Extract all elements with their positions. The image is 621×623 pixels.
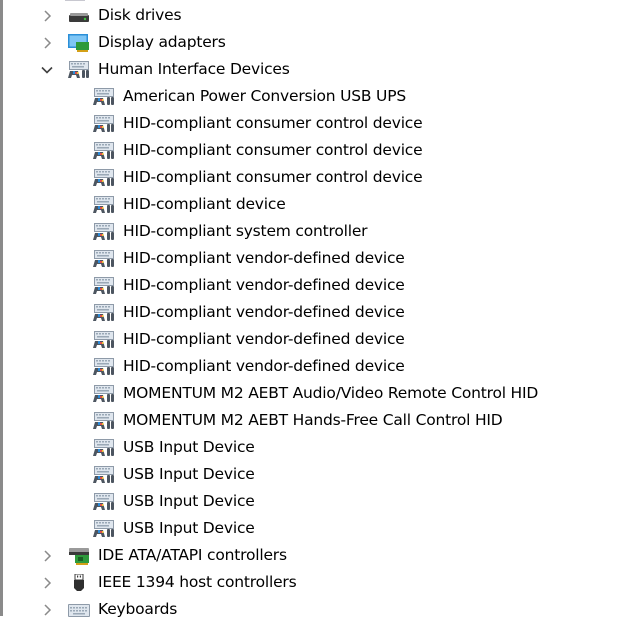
hid-icon	[93, 303, 115, 322]
tree-item-device[interactable]: HID-compliant consumer control device	[93, 164, 423, 191]
tree-item-device[interactable]: American Power Conversion USB UPS	[93, 83, 406, 110]
tree-item-label: MOMENTUM M2 AEBT Audio/Video Remote Cont…	[123, 384, 539, 402]
tree-category-human-interface-devices[interactable]: Human Interface Devices	[40, 56, 290, 83]
tree-item-label: MOMENTUM M2 AEBT Hands-Free Call Control…	[123, 411, 503, 429]
tree-item-device[interactable]: HID-compliant system controller	[93, 218, 368, 245]
tree-item-label: IEEE 1394 host controllers	[98, 573, 297, 591]
tree-item-label: Keyboards	[98, 600, 178, 618]
hid-icon	[93, 195, 115, 214]
tree-item-device[interactable]: HID-compliant vendor-defined device	[93, 272, 405, 299]
tree-item-label: Display adapters	[98, 33, 226, 51]
tree-item-label: Disk drives	[98, 6, 182, 24]
tree-item-device[interactable]: HID-compliant vendor-defined device	[93, 326, 405, 353]
tree-item-label: HID-compliant device	[123, 195, 286, 213]
tree-item-label: HID-compliant consumer control device	[123, 141, 423, 159]
hid-icon	[93, 222, 115, 241]
tree-item-label: HID-compliant system controller	[123, 222, 368, 240]
tree-item-device[interactable]: USB Input Device	[93, 461, 255, 488]
tree-item-device[interactable]: HID-compliant vendor-defined device	[93, 299, 405, 326]
tree-item-device[interactable]: MOMENTUM M2 AEBT Hands-Free Call Control…	[93, 407, 503, 434]
tree-item-label: American Power Conversion USB UPS	[123, 87, 406, 105]
tree-item-device[interactable]: HID-compliant consumer control device	[93, 137, 423, 164]
tree-category-ide-ata-atapi-controllers[interactable]: IDE ATA/ATAPI controllers	[40, 542, 287, 569]
tree-category-display-adapters[interactable]: Display adapters	[40, 29, 226, 56]
tree-item-device[interactable]: USB Input Device	[93, 515, 255, 542]
tree-item-device[interactable]: USB Input Device	[93, 434, 255, 461]
chevron-down-icon[interactable]	[40, 63, 54, 77]
tree-category-ieee-1394-host-controllers[interactable]: IEEE 1394 host controllers	[40, 569, 297, 596]
hid-icon	[93, 411, 115, 430]
hid-icon	[93, 276, 115, 295]
tree-item-label: HID-compliant vendor-defined device	[123, 303, 405, 321]
tree-item-device[interactable]: MOMENTUM M2 AEBT Audio/Video Remote Cont…	[93, 380, 538, 407]
tree-item-label: HID-compliant vendor-defined device	[123, 276, 405, 294]
hid-icon	[68, 60, 90, 79]
hid-icon	[93, 141, 115, 160]
chevron-right-icon[interactable]	[40, 576, 54, 590]
tree-item-label: USB Input Device	[123, 492, 255, 510]
ieee1394-icon	[68, 573, 90, 592]
tree-item-label: HID-compliant vendor-defined device	[123, 249, 405, 267]
display-adapter-icon	[68, 33, 90, 52]
tree-category-disk-drives[interactable]: Disk drives	[40, 2, 182, 29]
chevron-right-icon[interactable]	[40, 549, 54, 563]
tree-item-label: USB Input Device	[123, 519, 255, 537]
hid-icon	[93, 465, 115, 484]
tree-category-keyboards[interactable]: Keyboards	[40, 596, 177, 623]
tree-item-device[interactable]: HID-compliant device	[93, 191, 286, 218]
hid-icon	[93, 519, 115, 538]
tree-item-label: HID-compliant consumer control device	[123, 168, 423, 186]
tree-item-label: Human Interface Devices	[98, 60, 290, 78]
partial-row-icon-above	[65, 0, 85, 1]
hid-icon	[93, 114, 115, 133]
hid-icon	[93, 384, 115, 403]
tree-item-label: HID-compliant vendor-defined device	[123, 357, 405, 375]
disk-drive-icon	[68, 7, 90, 25]
tree-item-label: USB Input Device	[123, 438, 255, 456]
chevron-right-icon[interactable]	[40, 603, 54, 617]
tree-item-device[interactable]: USB Input Device	[93, 488, 255, 515]
chevron-right-icon[interactable]	[40, 36, 54, 50]
ide-controller-icon	[68, 547, 90, 565]
hid-icon	[93, 168, 115, 187]
hid-icon	[93, 357, 115, 376]
hid-icon	[93, 249, 115, 268]
tree-item-label: USB Input Device	[123, 465, 255, 483]
tree-item-label: HID-compliant consumer control device	[123, 114, 423, 132]
tree-item-device[interactable]: HID-compliant vendor-defined device	[93, 353, 405, 380]
hid-icon	[93, 330, 115, 349]
hid-icon	[93, 87, 115, 106]
tree-item-label: IDE ATA/ATAPI controllers	[98, 546, 287, 564]
chevron-right-icon[interactable]	[40, 9, 54, 23]
hid-icon	[93, 438, 115, 457]
tree-item-device[interactable]: HID-compliant consumer control device	[93, 110, 423, 137]
hid-icon	[93, 492, 115, 511]
window-left-border	[0, 0, 3, 616]
tree-item-device[interactable]: HID-compliant vendor-defined device	[93, 245, 405, 272]
tree-item-label: HID-compliant vendor-defined device	[123, 330, 405, 348]
